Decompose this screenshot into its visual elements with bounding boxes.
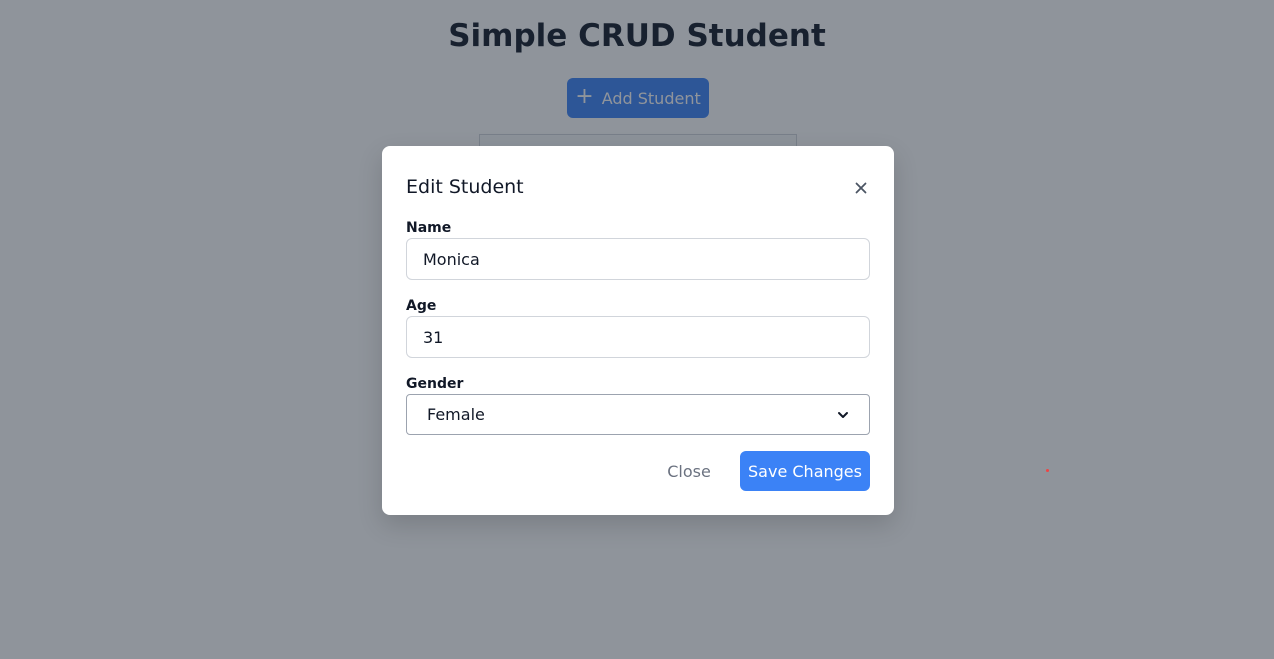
gender-selected-value: Female [427, 405, 485, 424]
name-field[interactable] [406, 238, 870, 280]
age-field[interactable] [406, 316, 870, 358]
age-label: Age [406, 298, 437, 314]
close-button[interactable]: Close [652, 451, 726, 491]
modal-title: Edit Student [406, 176, 524, 198]
name-label: Name [406, 220, 452, 236]
close-icon-svg [855, 182, 867, 194]
page: Simple CRUD Student + Add Student Edit S… [0, 0, 1274, 659]
save-changes-button[interactable]: Save Changes [740, 451, 870, 491]
edit-student-modal: Edit Student Name Age Gender Female Clos… [382, 146, 894, 515]
chevron-down-icon [838, 411, 848, 418]
gender-select[interactable]: Female [406, 394, 870, 435]
close-icon[interactable] [852, 179, 870, 197]
cursor-marker [1046, 469, 1049, 472]
gender-label: Gender [406, 376, 464, 392]
